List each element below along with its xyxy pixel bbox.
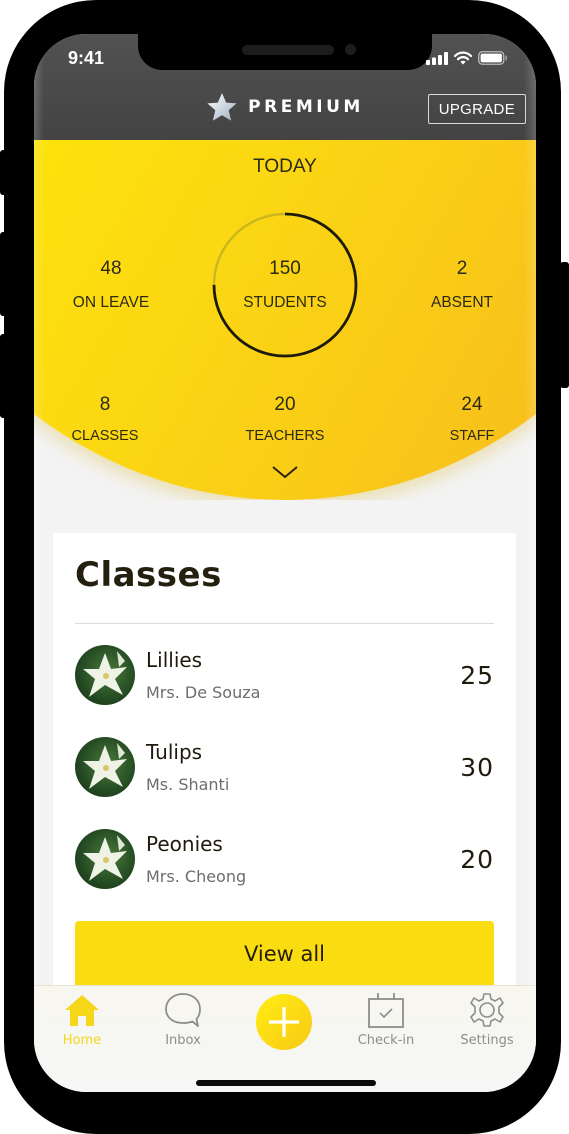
divider <box>75 623 494 624</box>
stat-label: ABSENT <box>430 294 493 311</box>
today-label: TODAY <box>253 156 317 177</box>
chevron-down-icon[interactable] <box>271 464 299 480</box>
class-count: 20 <box>460 845 494 874</box>
tab-bar: Home Inbox Check-in Settings <box>34 985 536 1092</box>
tab-label: Settings <box>460 1033 514 1048</box>
calendar-check-icon <box>368 993 404 1028</box>
gear-icon <box>470 993 504 1027</box>
power-button <box>560 262 569 388</box>
lily-flower-image <box>83 835 127 881</box>
tab-settings[interactable]: Settings <box>442 992 532 1048</box>
today-stats-panel: TODAY 48 ON LEAVE 150 STUDENTS 2 ABSENT … <box>34 140 536 500</box>
stat-classes[interactable]: 8 CLASSES <box>35 394 175 444</box>
stat-value: 150 <box>269 258 301 279</box>
stat-students[interactable]: 150 STUDENTS <box>215 258 355 312</box>
class-name: Lillies <box>146 648 203 672</box>
app-screen: 9:41 PREMIUM UPGRADE TODAY 48 ON LEAVE 1… <box>34 34 536 1092</box>
class-name: Tulips <box>146 740 203 764</box>
class-count: 30 <box>460 753 494 782</box>
stat-label: STAFF <box>449 428 495 444</box>
signal-icon <box>426 51 448 65</box>
tab-home[interactable]: Home <box>37 992 127 1048</box>
class-avatar <box>75 737 135 797</box>
class-name: Peonies <box>146 832 223 856</box>
stat-on-leave[interactable]: 48 ON LEAVE <box>41 258 181 312</box>
stat-value: 20 <box>274 394 296 415</box>
stat-absent[interactable]: 2 ABSENT <box>392 258 532 312</box>
stat-label: CLASSES <box>71 428 139 444</box>
class-teacher: Mrs. Cheong <box>146 867 247 886</box>
premium-header: 9:41 PREMIUM UPGRADE <box>34 34 536 140</box>
class-row[interactable]: Tulips Ms. Shanti 30 <box>75 737 494 801</box>
wifi-icon <box>454 51 472 65</box>
stat-label: TEACHERS <box>245 428 325 444</box>
notch <box>138 34 432 70</box>
speaker-grille <box>242 45 334 55</box>
volume-up-button <box>0 232 8 316</box>
premium-label: PREMIUM <box>248 97 364 117</box>
class-teacher: Mrs. De Souza <box>146 683 261 702</box>
class-avatar <box>75 645 135 705</box>
chat-bubble-icon <box>165 993 201 1027</box>
status-time: 9:41 <box>68 48 105 68</box>
stat-teachers[interactable]: 20 TEACHERS <box>215 394 355 444</box>
battery-icon <box>478 51 508 65</box>
tab-label: Home <box>62 1033 102 1048</box>
class-teacher: Ms. Shanti <box>146 775 230 794</box>
stat-staff[interactable]: 24 STAFF <box>402 394 536 444</box>
stat-value: 8 <box>99 394 111 415</box>
add-button[interactable] <box>256 994 312 1050</box>
stat-value: 2 <box>456 258 468 279</box>
volume-down-button <box>0 334 8 418</box>
stat-label: ON LEAVE <box>72 294 150 311</box>
classes-card: Classes Lillies Mrs. De Souza 25 Tulips … <box>53 533 516 1003</box>
tab-check-in[interactable]: Check-in <box>341 992 431 1048</box>
silent-switch <box>0 150 8 195</box>
stat-value: 48 <box>100 258 122 279</box>
lily-flower-image <box>83 743 127 789</box>
tab-inbox[interactable]: Inbox <box>138 992 228 1048</box>
home-indicator[interactable] <box>196 1080 376 1086</box>
star-icon <box>207 93 237 121</box>
tab-label: Inbox <box>165 1033 201 1048</box>
status-icons <box>426 51 508 65</box>
tab-label: Check-in <box>357 1033 415 1048</box>
class-row[interactable]: Lillies Mrs. De Souza 25 <box>75 645 494 709</box>
home-icon <box>65 995 99 1026</box>
view-all-label: View all <box>243 942 326 966</box>
plus-icon <box>269 1007 299 1037</box>
stat-value: 24 <box>461 394 483 415</box>
class-count: 25 <box>460 661 494 690</box>
stat-label: STUDENTS <box>243 294 327 311</box>
lily-flower-image <box>83 651 127 697</box>
front-camera <box>345 44 356 55</box>
class-row[interactable]: Peonies Mrs. Cheong 20 <box>75 829 494 893</box>
class-avatar <box>75 829 135 889</box>
card-title: Classes <box>75 555 222 595</box>
upgrade-button[interactable]: UPGRADE <box>427 94 526 124</box>
view-all-button[interactable]: View all <box>75 921 494 991</box>
